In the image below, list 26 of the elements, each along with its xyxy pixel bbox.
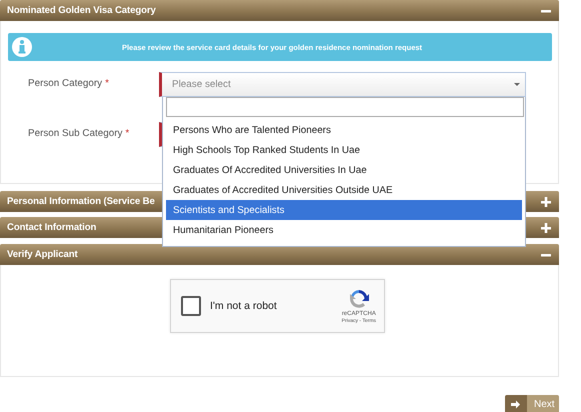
recaptcha-logo-icon (348, 288, 370, 310)
caret-icon (514, 83, 520, 86)
checkbox[interactable] (181, 296, 201, 316)
section-title: Personal Information (Service Be (7, 196, 155, 207)
arrow-icon (511, 400, 520, 408)
dropdown-option[interactable]: Scientists and Specialists (166, 200, 522, 220)
dropdown-option[interactable]: Persons Who are Talented Pioneers (166, 120, 522, 140)
field-label: Person Sub Category (28, 128, 122, 139)
section-title: Contact Information (7, 222, 96, 233)
required-mark: * (125, 128, 130, 139)
required-mark: * (105, 78, 109, 89)
section-header[interactable]: Nominated Golden Visa Category (0, 0, 559, 21)
expand-icon[interactable] (541, 222, 551, 232)
select-placeholder: Please select (172, 79, 231, 90)
field-label: Person Category (28, 78, 102, 89)
dropdown-option[interactable]: High Schools Top Ranked Students In Uae (166, 140, 522, 160)
section-title: Verify Applicant (7, 249, 78, 260)
section-header[interactable]: Verify Applicant (0, 244, 559, 265)
checkbox-label: I'm not a robot (210, 300, 278, 312)
expand-icon[interactable] (541, 196, 551, 206)
search-field[interactable] (166, 97, 524, 117)
dropdown-option[interactable]: Humanitarian Pioneers (166, 220, 522, 240)
info-icon (12, 37, 32, 57)
section-title: Nominated Golden Visa Category (7, 5, 156, 16)
dropdown-option[interactable]: Graduates of Accredited Universities Outside UAE (166, 180, 522, 200)
dropdown-option[interactable]: Graduates Of Accredited Universities In Uae (166, 160, 522, 180)
